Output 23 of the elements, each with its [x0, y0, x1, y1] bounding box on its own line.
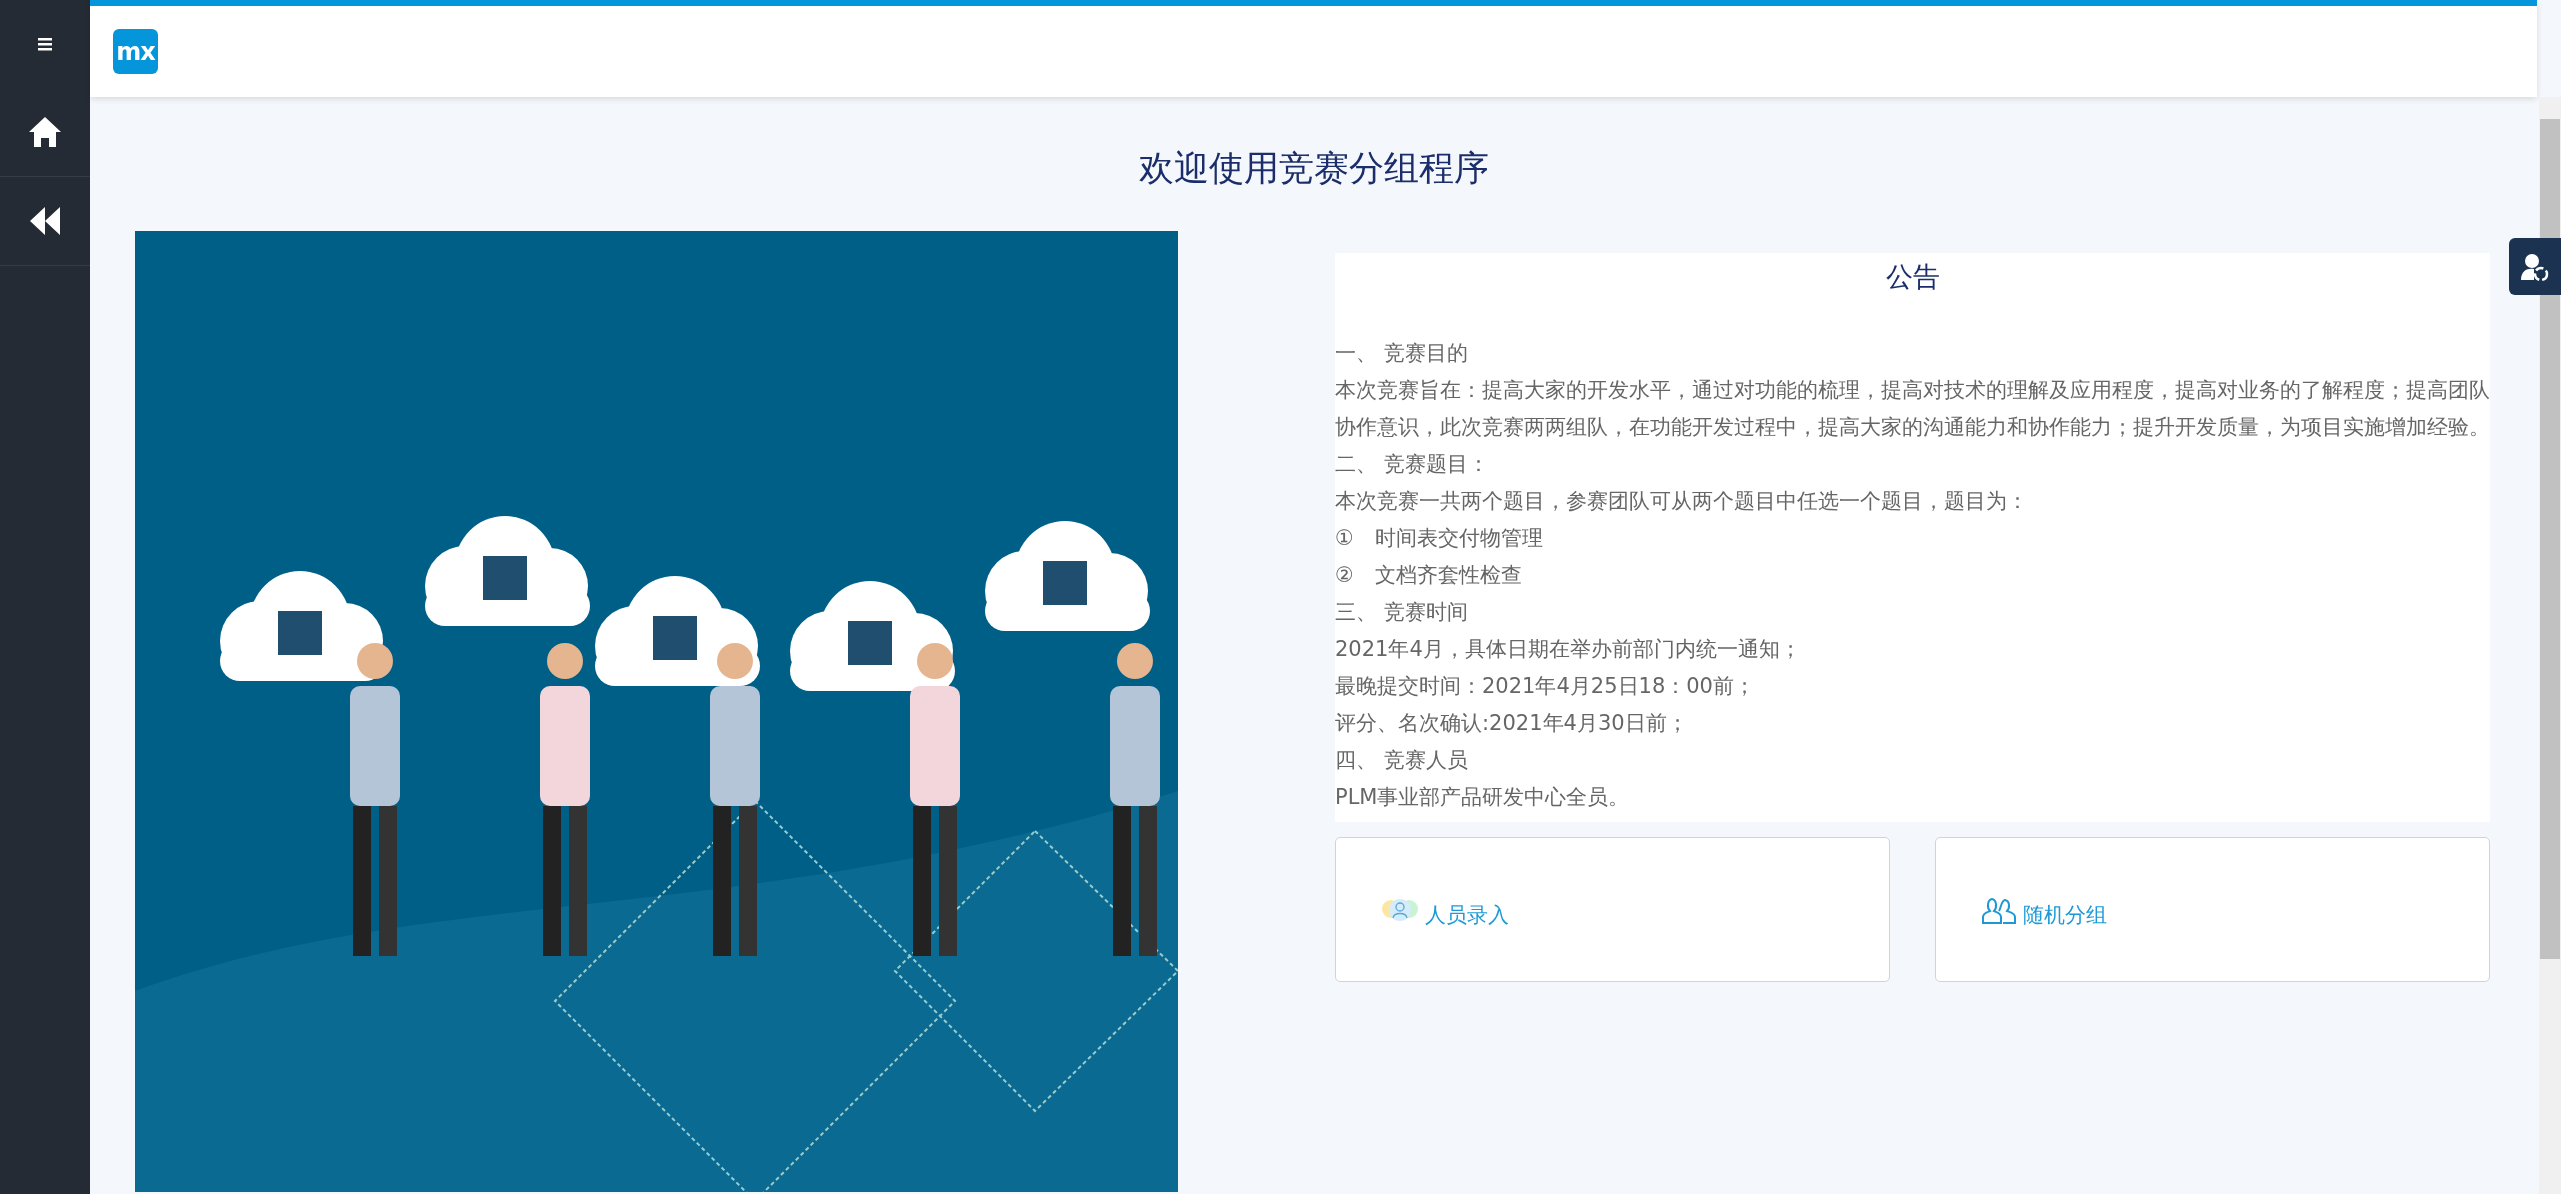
notice-title: 公告	[1884, 260, 1941, 294]
notice-text: 二、 竞赛题目：	[1335, 451, 1490, 478]
action-card[interactable]: 人员录入	[1335, 837, 1890, 982]
user-sync-button[interactable]	[2509, 238, 2561, 295]
notice-text: PLM事业部产品研发中心全员。	[1335, 784, 1631, 811]
notice-text: 最晚提交时间：2021年4月25日18：00前；	[1335, 673, 1756, 700]
notice-text: ② 文档齐套性检查	[1335, 562, 1523, 589]
notice-text: 一、 竞赛目的	[1335, 340, 1469, 367]
notice-text: 评分、名次确认:2021年4月30日前；	[1335, 710, 1689, 737]
app-logo[interactable]: mx	[113, 29, 158, 74]
home-icon[interactable]	[28, 116, 62, 148]
notice-text: 本次竞赛旨在：提高大家的开发水平，通过对功能的梳理，提高对技术的理解及应用程度，提高对业务的了解程度；提高团队协作意识，此次竞赛两两组队，在功能开发过程中，提高大家的沟通能力和协作能力；提升开发质量，为项目实施增加经验。	[1335, 377, 2490, 441]
notice-text: 本次竞赛一共两个题目，参赛团队可从两个题目中任选一个题目，题目为：	[1335, 488, 2029, 515]
notice-text: ① 时间表交付物管理	[1335, 525, 1544, 552]
notice-text: 三、 竞赛时间	[1335, 599, 1469, 626]
menu-icon[interactable]	[37, 36, 53, 52]
notice-text: 四、 竞赛人员	[1335, 747, 1469, 774]
notice-text: 2021年4月，具体日期在举办前部门内统一通知；	[1335, 636, 1802, 663]
collapse-icon[interactable]	[30, 207, 60, 235]
page-title: 欢迎使用竞赛分组程序	[1137, 147, 1490, 190]
user-sync-icon	[2520, 251, 2550, 282]
scrollbar[interactable]	[2539, 97, 2561, 1194]
action-card[interactable]: 随机分组	[1935, 837, 2490, 982]
